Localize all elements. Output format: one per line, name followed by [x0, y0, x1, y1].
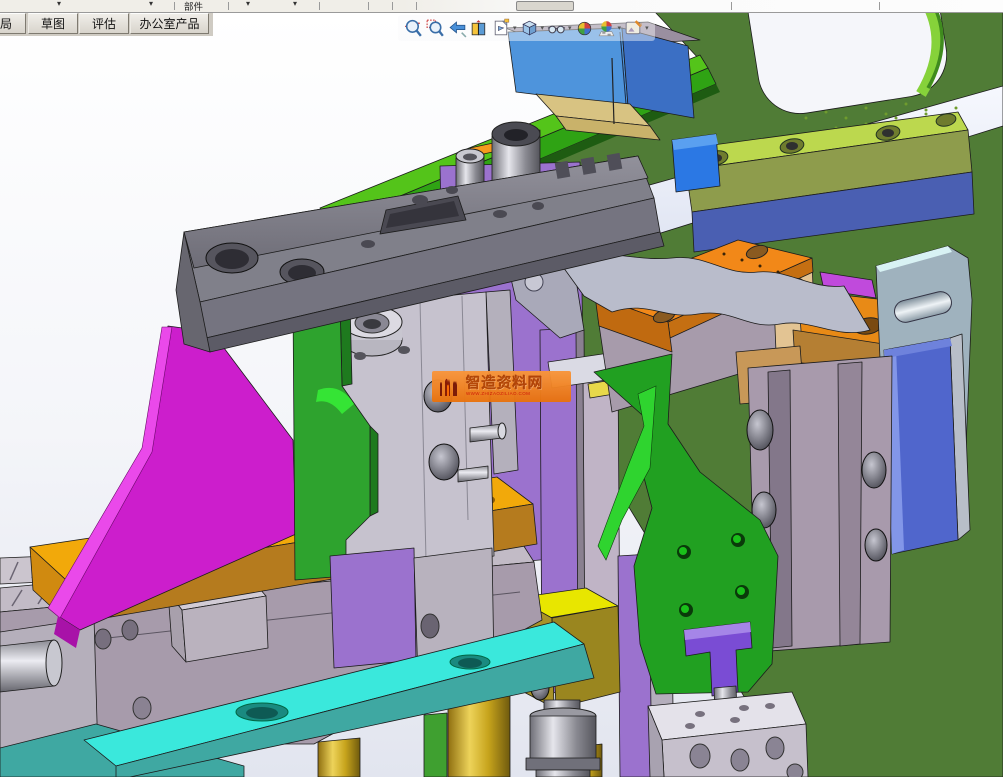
cylinder-fitting	[526, 700, 600, 777]
tab-layout[interactable]: 局	[0, 13, 26, 34]
tab-evaluate[interactable]: 评估	[79, 13, 129, 34]
dropdown-arrow[interactable]: ▾	[618, 24, 622, 32]
solidworks-window: 智造资料网 WWW.ZHIZAOZILIAO.COM ▾ ▾ 部件 ▾ ▾ 局 …	[0, 0, 1003, 777]
green-stripe	[424, 713, 447, 777]
watermark-flame-logo	[436, 374, 462, 400]
heads-up-view-toolbar: ▾ ▾ ▾ ▾	[398, 15, 655, 41]
blue-side-plate[interactable]	[884, 334, 970, 554]
edit-appearance-icon[interactable]	[574, 18, 595, 39]
separator	[228, 2, 229, 10]
section-view-icon[interactable]	[469, 18, 490, 39]
watermark: 智造资料网 WWW.ZHIZAOZILIAO.COM	[432, 371, 571, 402]
watermark-subtext: WWW.ZHIZAOZILIAO.COM	[466, 392, 544, 397]
bottom-clamp-block[interactable]	[648, 692, 808, 777]
command-manager-tab-bar: 局 草图 评估 办公室产品	[0, 13, 213, 36]
dropdown-arrow[interactable]: ▾	[57, 0, 61, 8]
zoom-to-area-icon[interactable]	[425, 18, 446, 39]
separator	[879, 2, 880, 10]
separator	[319, 2, 320, 10]
view-settings-icon[interactable]	[623, 18, 644, 39]
dropdown-arrow[interactable]: ▾	[513, 24, 517, 32]
dropdown-arrow[interactable]: ▾	[246, 0, 250, 8]
dropdown-arrow[interactable]: ▾	[645, 24, 649, 32]
tab-sketch[interactable]: 草图	[28, 13, 78, 34]
watermark-text: 智造资料网	[466, 377, 544, 392]
menu-strip: ▾ ▾ 部件 ▾ ▾	[0, 0, 1003, 13]
apply-scene-icon[interactable]	[596, 18, 617, 39]
tab-office-products[interactable]: 办公室产品	[130, 13, 209, 34]
drawing-view-icon[interactable]	[491, 18, 512, 39]
component-menu-label[interactable]: 部件	[184, 0, 203, 13]
dropdown-arrow[interactable]: ▾	[293, 0, 297, 8]
display-style-icon[interactable]	[546, 18, 567, 39]
separator	[731, 2, 732, 10]
separator	[392, 2, 393, 10]
separator	[174, 2, 175, 10]
separator	[368, 2, 369, 10]
dropdown-arrow[interactable]: ▾	[541, 24, 545, 32]
collapsed-toolbar-button[interactable]	[516, 1, 574, 11]
dropdown-arrow[interactable]: ▾	[149, 0, 153, 8]
dropdown-arrow[interactable]: ▾	[568, 24, 572, 32]
separator	[416, 2, 417, 10]
zoom-to-fit-icon[interactable]	[403, 18, 424, 39]
view-orientation-icon[interactable]	[519, 18, 540, 39]
previous-view-icon[interactable]	[447, 18, 468, 39]
